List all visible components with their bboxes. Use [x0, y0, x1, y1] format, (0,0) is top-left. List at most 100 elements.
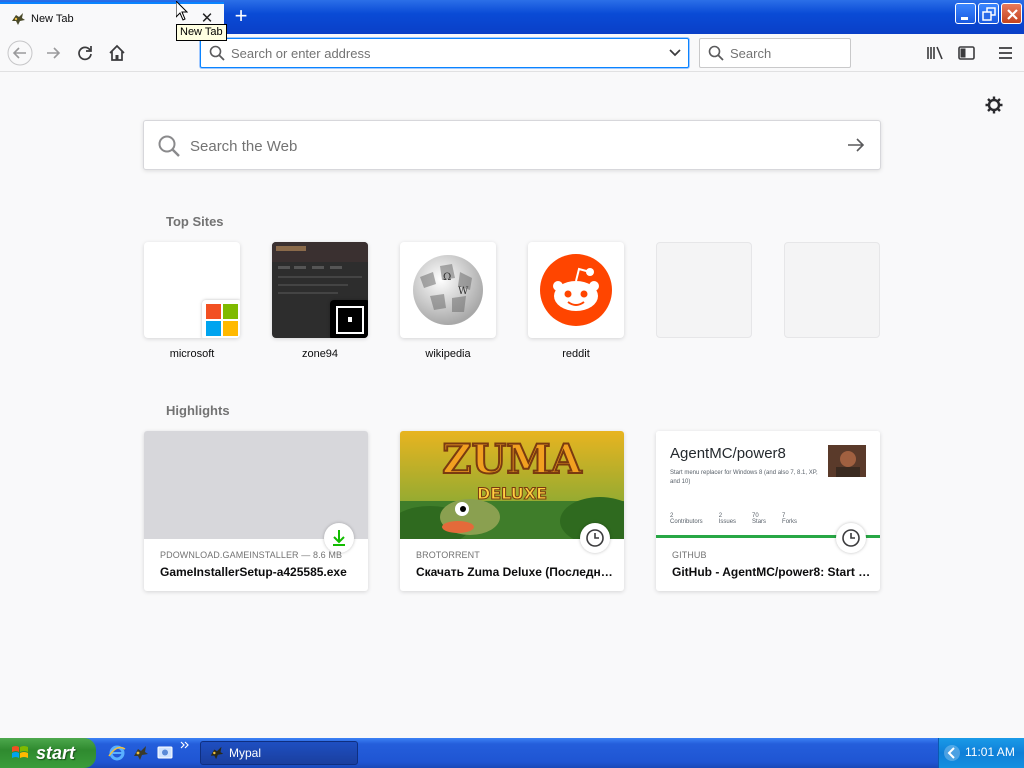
github-stat-contributors: 2 Contributors [670, 513, 703, 525]
history-badge [580, 523, 610, 553]
restore-icon [982, 7, 996, 21]
top-site-zone94[interactable]: zone94 [272, 242, 368, 360]
site-label: wikipedia [425, 348, 471, 360]
svg-text:Ω: Ω [443, 272, 451, 283]
home-button[interactable] [103, 39, 131, 67]
restore-button[interactable] [978, 3, 999, 24]
mypal-quicklaunch-icon[interactable] [132, 744, 150, 762]
reddit-alien-icon [540, 254, 612, 326]
site-tile[interactable] [528, 242, 624, 338]
show-desktop-icon[interactable] [156, 744, 174, 762]
close-window-button[interactable] [1001, 3, 1022, 24]
start-button[interactable]: start [0, 738, 96, 768]
chevron-down-icon[interactable] [668, 46, 682, 60]
address-bar[interactable] [200, 38, 689, 68]
title-bar: New Tab ✕ + [0, 0, 1024, 34]
site-tile[interactable] [272, 242, 368, 338]
gear-icon[interactable] [984, 95, 1004, 115]
site-tile[interactable] [144, 242, 240, 338]
card-source: PDOWNLOAD.GAMEINSTALLER — 8.6 MB [160, 550, 343, 560]
card-source: BROTORRENT [416, 550, 480, 560]
card-title: Скачать Zuma Deluxe (Последняя версия) [416, 565, 616, 579]
history-clock-icon [842, 529, 860, 547]
site-label: reddit [562, 348, 590, 360]
download-icon [333, 530, 345, 546]
card-title: GitHub - AgentMC/power8: Start menu repl… [672, 565, 872, 579]
search-bar[interactable] [699, 38, 851, 68]
search-icon [209, 45, 225, 61]
github-repo-description: Start menu replacer for Windows 8 (and a… [670, 470, 818, 485]
top-site-empty[interactable] [656, 242, 752, 338]
reload-button[interactable] [71, 39, 99, 67]
history-badge [836, 523, 866, 553]
github-avatar-image [828, 445, 866, 477]
web-search-input[interactable] [190, 135, 790, 157]
library-icon [927, 46, 943, 60]
address-input[interactable] [231, 44, 651, 62]
card-source: GITHUB [672, 550, 707, 560]
search-icon [708, 45, 724, 61]
back-button[interactable] [6, 39, 34, 67]
windows-flag-icon [12, 746, 28, 758]
tray-back-icon[interactable] [943, 744, 961, 762]
taskbar-item-mypal[interactable]: Mypal [200, 741, 358, 765]
top-site-reddit[interactable]: reddit [528, 242, 624, 360]
hamburger-menu-icon [999, 47, 1012, 59]
minimize-button[interactable] [955, 3, 976, 24]
download-badge [324, 523, 354, 553]
forward-button[interactable] [39, 39, 67, 67]
taskbar: start Mypal 11:01 AM [0, 738, 1024, 768]
close-icon [1007, 9, 1018, 20]
tab-title: New Tab [31, 13, 74, 25]
github-stat-issues: 2 Issues [718, 513, 737, 525]
forward-arrow-icon [47, 47, 61, 59]
microsoft-logo-icon [202, 300, 240, 338]
card-title: GameInstallerSetup-a425585.exe [160, 565, 347, 579]
svg-text:ZUMA: ZUMA [442, 436, 582, 483]
site-label: microsoft [169, 348, 215, 360]
highlight-card-github[interactable]: AgentMC/power8 Start menu replacer for W… [656, 431, 880, 591]
top-site-empty[interactable] [784, 242, 880, 338]
reload-icon [78, 46, 92, 61]
svg-text:W: W [458, 286, 469, 297]
search-input[interactable] [730, 44, 840, 62]
library-button[interactable] [921, 39, 949, 67]
search-icon [158, 135, 180, 157]
wikipedia-globe-icon: Ω W [413, 255, 483, 325]
top-site-microsoft[interactable]: microsoft [144, 242, 240, 360]
sidebar-icon [958, 46, 975, 60]
site-tile[interactable]: Ω W [400, 242, 496, 338]
zone94-badge-icon [330, 300, 368, 338]
highlight-card-download[interactable]: PDOWNLOAD.GAMEINSTALLER — 8.6 MB GameIns… [144, 431, 368, 591]
highlights-heading: Highlights [166, 403, 230, 418]
highlight-card-zuma[interactable]: ZUMA DELUXE BROTORRENT Скачать Zuma Delu… [400, 431, 624, 591]
mypal-favicon-icon [12, 13, 25, 25]
minimize-icon [961, 17, 968, 20]
arrow-right-icon[interactable] [847, 136, 865, 154]
internet-explorer-icon[interactable] [108, 744, 126, 762]
clock: 11:01 AM [965, 745, 1015, 759]
navigation-toolbar [0, 34, 1024, 72]
mouse-cursor-icon [176, 1, 188, 21]
back-arrow-icon [7, 40, 33, 66]
site-label: zone94 [301, 348, 339, 360]
taskbar-item-label: Mypal [229, 746, 262, 760]
tab-tooltip: New Tab [176, 24, 227, 41]
empty-site-tile[interactable] [656, 242, 752, 338]
svg-text:DELUXE: DELUXE [477, 484, 547, 503]
menu-button[interactable] [992, 39, 1020, 67]
top-site-wikipedia[interactable]: Ω W wikipedia [400, 242, 496, 360]
web-search-box[interactable] [143, 120, 881, 170]
sidebar-button[interactable] [953, 39, 981, 67]
new-tab-page: Top Sites microsoft [0, 73, 1024, 738]
top-sites-heading: Top Sites [166, 214, 224, 229]
chevron-more-icon[interactable] [180, 740, 190, 750]
github-stat-stars: 70 Stars [752, 513, 767, 525]
history-clock-icon [586, 529, 604, 547]
github-repo-name: AgentMC/power8 [670, 445, 786, 462]
start-label: start [36, 742, 76, 763]
new-tab-plus-icon[interactable]: + [230, 5, 252, 27]
system-tray: 11:01 AM [938, 738, 1024, 768]
empty-site-tile[interactable] [784, 242, 880, 338]
home-icon [109, 44, 125, 61]
